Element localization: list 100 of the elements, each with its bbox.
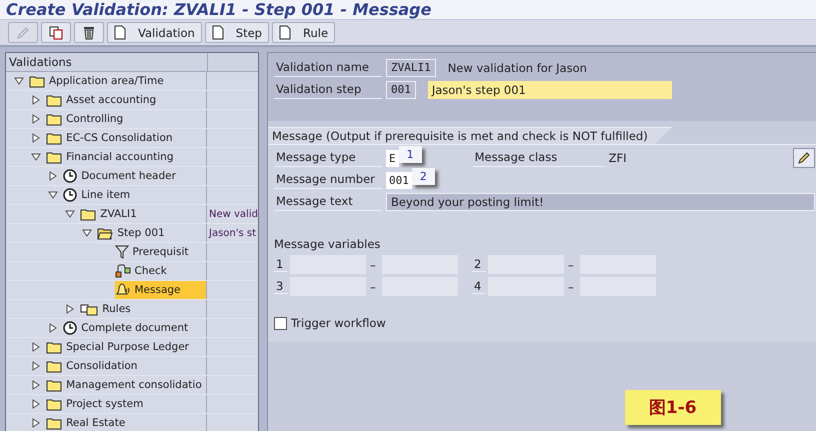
range-separator: – xyxy=(566,280,575,294)
tree-item[interactable]: Message xyxy=(114,281,206,299)
range-separator: – xyxy=(566,258,575,272)
input-field[interactable] xyxy=(488,255,564,274)
message-type-field[interactable]: E xyxy=(386,150,399,166)
description-text: Jason's st xyxy=(209,228,256,238)
description-text: New valid xyxy=(209,208,258,220)
description-text: New validation for Jason xyxy=(448,61,587,75)
tree-item[interactable]: Check xyxy=(114,262,171,280)
trigger-workflow-checkbox[interactable]: Trigger workflow xyxy=(274,316,815,330)
field-label: Message text xyxy=(274,193,382,211)
expand-arrow-icon[interactable] xyxy=(31,380,42,390)
folder-icon xyxy=(29,74,45,88)
expand-arrow-icon[interactable] xyxy=(48,323,58,333)
field-label: Message class xyxy=(472,149,605,167)
clock-icon xyxy=(63,169,78,183)
document-icon xyxy=(212,25,224,40)
field-label: Message type xyxy=(274,149,382,167)
expand-arrow-icon[interactable] xyxy=(31,361,42,371)
tree-item[interactable]: ZVALI1 xyxy=(80,205,141,223)
variable-number: 4 xyxy=(472,279,486,294)
collapse-arrow-icon[interactable] xyxy=(48,190,58,200)
folder-icon xyxy=(46,398,62,410)
folder-icon xyxy=(46,150,62,164)
group-title: Message (Output if prerequisite is met and check is NOT fulfilled) xyxy=(268,127,672,144)
field-value: 001 xyxy=(386,81,416,99)
tree-item[interactable]: Application area/Time xyxy=(29,72,168,90)
figure-label: 图1-6 xyxy=(624,390,721,425)
folder-icon xyxy=(80,208,96,220)
tree-item[interactable]: Step 001 xyxy=(97,224,169,242)
range-separator: – xyxy=(368,280,377,294)
pencil-icon xyxy=(15,24,31,40)
range-separator: – xyxy=(368,258,377,272)
edit-button[interactable] xyxy=(792,148,815,168)
create-button[interactable]: Rule xyxy=(272,22,336,43)
tree-item[interactable]: Asset accounting xyxy=(46,91,160,109)
document-icon xyxy=(278,25,291,40)
folder-icon xyxy=(46,360,62,372)
field-label: Validation step xyxy=(274,81,382,99)
filter-icon xyxy=(114,245,128,259)
variable-number: 1 xyxy=(274,257,288,272)
delete-button[interactable] xyxy=(74,22,104,43)
input-field[interactable] xyxy=(290,255,366,274)
collapse-arrow-icon[interactable] xyxy=(82,228,92,238)
pencil-icon xyxy=(796,151,811,165)
folder-icon xyxy=(46,378,62,392)
open-folder-icon xyxy=(97,226,114,240)
trash-icon xyxy=(81,24,97,40)
tree-item[interactable]: Project system xyxy=(46,395,148,413)
expand-arrow-icon[interactable] xyxy=(31,418,42,428)
copy-icon xyxy=(48,24,64,40)
tree-item[interactable]: Controlling xyxy=(46,110,128,128)
bell-icon xyxy=(114,283,130,297)
tree-item[interactable]: Document header xyxy=(63,167,180,185)
create-button[interactable]: Validation xyxy=(107,22,202,43)
tree-item[interactable]: Financial accounting xyxy=(46,148,178,166)
document-icon xyxy=(114,25,126,40)
expand-arrow-icon[interactable] xyxy=(31,399,42,409)
tree-item[interactable]: Prerequisit xyxy=(114,243,192,261)
collapse-arrow-icon[interactable] xyxy=(14,76,24,86)
folder-icon xyxy=(46,416,62,430)
variable-number: 2 xyxy=(472,257,486,272)
field-label: Message number xyxy=(274,171,382,189)
description-field[interactable]: Jason's step 001 xyxy=(428,81,672,99)
flow-icon xyxy=(114,264,130,278)
input-field[interactable] xyxy=(290,277,366,296)
folder-icon xyxy=(46,94,62,106)
clock-icon xyxy=(63,321,78,335)
expand-arrow-icon[interactable] xyxy=(31,133,42,143)
collapse-arrow-icon[interactable] xyxy=(65,209,76,219)
tree-item[interactable]: EC-CS Consolidation xyxy=(46,129,177,147)
clock-icon xyxy=(63,188,78,202)
folder-icon xyxy=(46,340,62,354)
folder-icon xyxy=(46,112,62,126)
expand-arrow-icon[interactable] xyxy=(31,114,42,124)
tree-item[interactable]: Real Estate xyxy=(46,414,130,431)
expand-arrow-icon[interactable] xyxy=(65,304,76,314)
copy-button[interactable] xyxy=(41,22,71,43)
rules-icon xyxy=(80,302,98,316)
section-label: Message variables xyxy=(274,237,380,251)
message-text-field[interactable]: Beyond your posting limit! xyxy=(386,193,815,211)
collapse-arrow-icon[interactable] xyxy=(31,152,42,162)
tree-item[interactable]: Special Purpose Ledger xyxy=(46,338,193,356)
tree-item[interactable]: Consolidation xyxy=(46,357,142,375)
variable-number: 3 xyxy=(274,279,288,294)
tree-item[interactable]: Rules xyxy=(80,300,135,318)
tree-item[interactable]: Complete document xyxy=(63,319,192,337)
message-number-field[interactable]: 001 xyxy=(386,172,412,188)
expand-arrow-icon[interactable] xyxy=(31,95,42,105)
field-value: ZFI xyxy=(608,151,628,165)
expand-arrow-icon[interactable] xyxy=(48,171,58,181)
folder-icon xyxy=(46,132,62,144)
column-header: Validations xyxy=(6,53,208,71)
tree-item[interactable]: Management consolidatio xyxy=(46,376,206,394)
tree-item[interactable]: Line item xyxy=(63,186,134,204)
input-field[interactable] xyxy=(488,277,564,296)
create-button[interactable]: Step xyxy=(204,22,269,43)
field-value: ZVALI1 xyxy=(386,59,436,77)
expand-arrow-icon[interactable] xyxy=(31,342,42,352)
window-title: Create Validation: ZVALI1 - Step 001 - Message xyxy=(6,0,432,19)
